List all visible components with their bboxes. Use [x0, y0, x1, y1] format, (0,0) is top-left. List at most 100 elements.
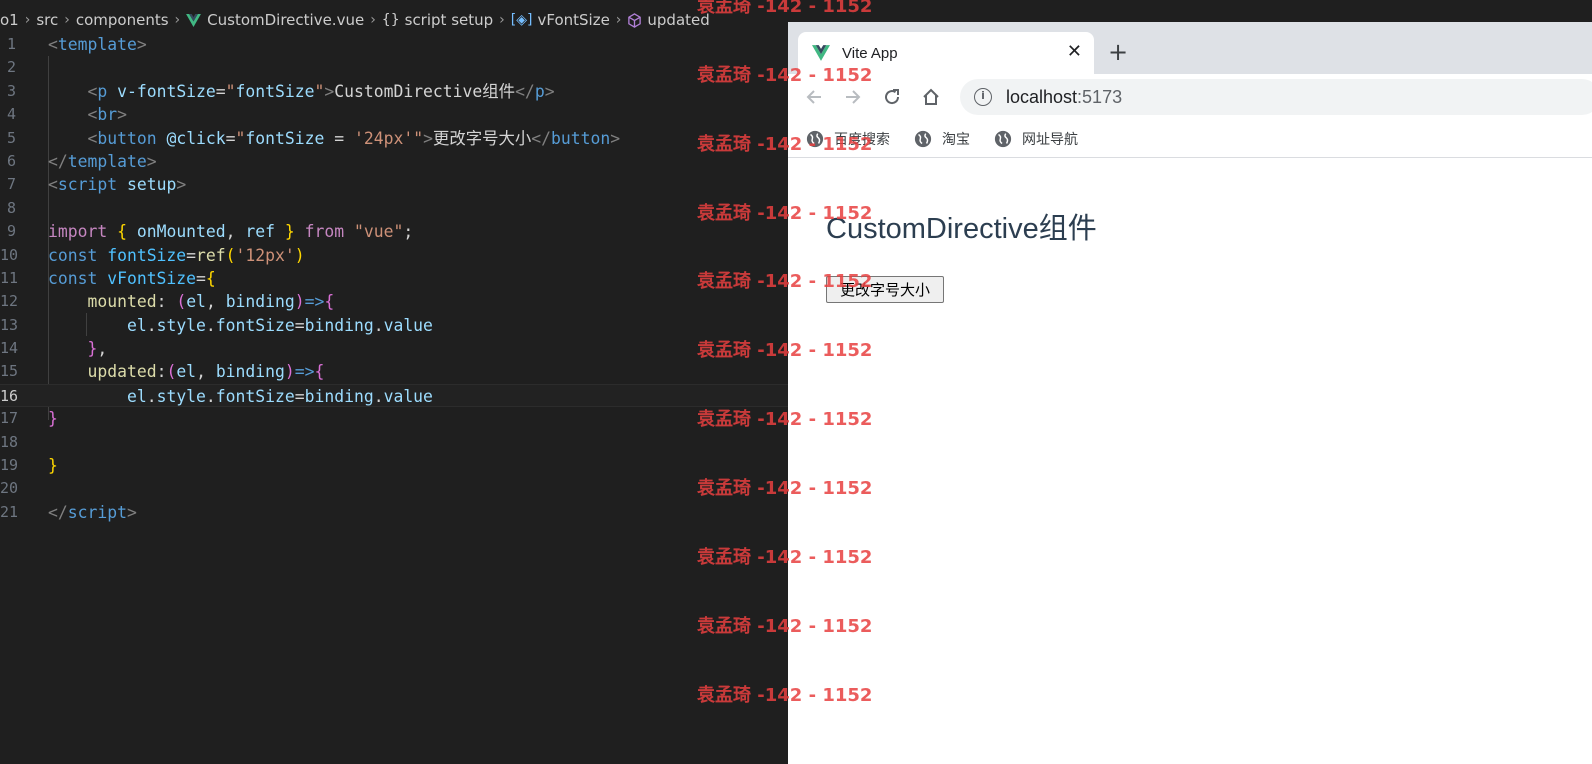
- url-text[interactable]: localhost:5173: [1006, 87, 1122, 108]
- breadcrumb-item-script-setup[interactable]: {} script setup: [382, 11, 493, 29]
- code-token: from: [304, 222, 345, 242]
- bookmark-nav[interactable]: 网址导航: [994, 129, 1078, 149]
- code-line[interactable]: 11 const vFontSize={: [0, 267, 790, 290]
- code-token: ": [235, 128, 246, 148]
- code-line[interactable]: 13 el.style.fontSize=binding.value: [0, 314, 790, 337]
- code-line[interactable]: 7 <script setup>: [0, 173, 790, 196]
- info-icon[interactable]: i: [974, 88, 992, 106]
- new-tab-button[interactable]: +: [1108, 38, 1128, 66]
- bookmark-taobao[interactable]: 淘宝: [914, 129, 970, 149]
- breadcrumb-item-src[interactable]: src: [36, 11, 58, 29]
- breadcrumb-item-components[interactable]: components: [76, 11, 169, 29]
- bookmark-label: 网址导航: [1022, 130, 1078, 147]
- code-text: <br>: [48, 103, 127, 126]
- line-number: 15: [0, 362, 19, 381]
- chevron-right-icon: ›: [174, 12, 181, 28]
- code-token: .: [146, 315, 157, 335]
- tab-bar: Vite App ✕ +: [788, 22, 1592, 74]
- line-number: 5: [6, 128, 16, 147]
- code-line[interactable]: 5 <button @click="fontSize = '24px'">更改字…: [0, 127, 790, 150]
- arrow-right-icon[interactable]: [843, 87, 863, 107]
- code-token: =: [215, 81, 226, 101]
- change-font-size-button[interactable]: 更改字号大小: [826, 276, 944, 303]
- arrow-left-icon[interactable]: [804, 87, 824, 107]
- code-token: fontSize: [107, 245, 187, 265]
- code-line[interactable]: 4 <br>: [0, 103, 790, 126]
- breadcrumb-item-updated[interactable]: updated: [627, 11, 710, 29]
- code-line[interactable]: 20: [0, 477, 790, 500]
- code-token: template: [57, 35, 137, 54]
- code-token: <: [87, 128, 98, 148]
- close-tab-icon[interactable]: ✕: [1067, 41, 1082, 62]
- code-token: binding: [304, 386, 374, 406]
- code-token: ,: [196, 362, 216, 382]
- code-token: (: [166, 362, 177, 382]
- bookmark-baidu[interactable]: 百度搜索: [806, 129, 890, 149]
- code-line[interactable]: 2: [0, 56, 790, 79]
- window-top-strip: [788, 0, 1592, 22]
- code-line[interactable]: 12 mounted: (el, binding)=>{: [0, 290, 790, 313]
- code-text: el.style.fontSize=binding.value: [48, 314, 433, 337]
- code-line[interactable]: 3 <p v-fontSize="fontSize">CustomDirecti…: [0, 80, 790, 103]
- line-number: 3: [6, 81, 16, 100]
- code-line[interactable]: 19}: [0, 454, 790, 477]
- page-content: CustomDirective组件 更改字号大小: [788, 159, 1592, 764]
- code-token: {: [205, 268, 216, 288]
- code-token: </: [515, 81, 535, 101]
- code-token: ": [314, 81, 325, 101]
- line-number: 12: [0, 292, 19, 311]
- code-token: </: [48, 151, 68, 171]
- code-token: CustomDirective组件: [334, 81, 516, 101]
- breadcrumb-item-file[interactable]: CustomDirective.vue: [186, 11, 364, 29]
- code-token: =>: [304, 292, 325, 312]
- code-token: </: [48, 502, 68, 522]
- code-token: =: [186, 245, 197, 265]
- breadcrumb-item-project[interactable]: o1: [0, 11, 19, 29]
- code-editor[interactable]: o1 › src › components › CustomDirective.…: [0, 0, 790, 764]
- chevron-right-icon: ›: [615, 12, 622, 28]
- url-host: localhost: [1006, 86, 1078, 107]
- browser-toolbar: i localhost:5173: [788, 74, 1592, 120]
- breadcrumb-item-vfontsize[interactable]: [◈] vFontSize: [511, 11, 610, 29]
- code-line[interactable]: 10 const fontSize=ref('12px'): [0, 244, 790, 267]
- code-line[interactable]: 16 el.style.fontSize=binding.value: [0, 383, 790, 408]
- code-line[interactable]: 18: [0, 431, 790, 454]
- code-line[interactable]: 14 },: [0, 337, 790, 360]
- code-token: ": [413, 128, 424, 148]
- code-token: =>: [294, 362, 315, 382]
- code-token: el: [186, 292, 206, 312]
- address-bar[interactable]: i localhost:5173: [960, 79, 1592, 115]
- vue-file-icon: [186, 13, 202, 27]
- code-line[interactable]: 17}: [0, 407, 790, 430]
- code-area[interactable]: 1 <template> 2 3 <p v-fontSize="fontSize">C…: [0, 33, 790, 524]
- code-token: br: [97, 105, 118, 125]
- code-text: const fontSize=ref('12px'): [48, 244, 305, 267]
- code-text: <p v-fontSize="fontSize">CustomDirective…: [48, 80, 554, 103]
- reload-icon[interactable]: [882, 87, 902, 107]
- code-token: ref: [245, 222, 276, 242]
- home-icon[interactable]: [921, 87, 941, 107]
- code-line[interactable]: 8: [0, 197, 790, 220]
- browser-tab-active[interactable]: Vite App ✕: [798, 32, 1094, 74]
- code-line[interactable]: 1 <template>: [0, 33, 790, 56]
- breadcrumb-label: o1: [0, 11, 19, 29]
- code-text: }: [48, 407, 58, 430]
- code-line[interactable]: 15 updated:(el, binding)=>{: [0, 360, 790, 383]
- code-token: {: [324, 292, 335, 312]
- code-token: script: [57, 175, 118, 195]
- code-line[interactable]: 21 </script>: [0, 501, 790, 524]
- code-token: (: [225, 245, 236, 265]
- method-cube-icon: [628, 12, 642, 28]
- code-line[interactable]: 6 </template>: [0, 150, 790, 173]
- code-token: ref: [196, 245, 226, 265]
- code-line[interactable]: 9 import { onMounted, ref } from "vue";: [0, 220, 790, 243]
- code-token: >: [324, 81, 335, 101]
- code-token: >: [176, 175, 187, 195]
- code-text: import { onMounted, ref } from "vue";: [48, 220, 413, 243]
- vue-logo-icon: [812, 45, 830, 61]
